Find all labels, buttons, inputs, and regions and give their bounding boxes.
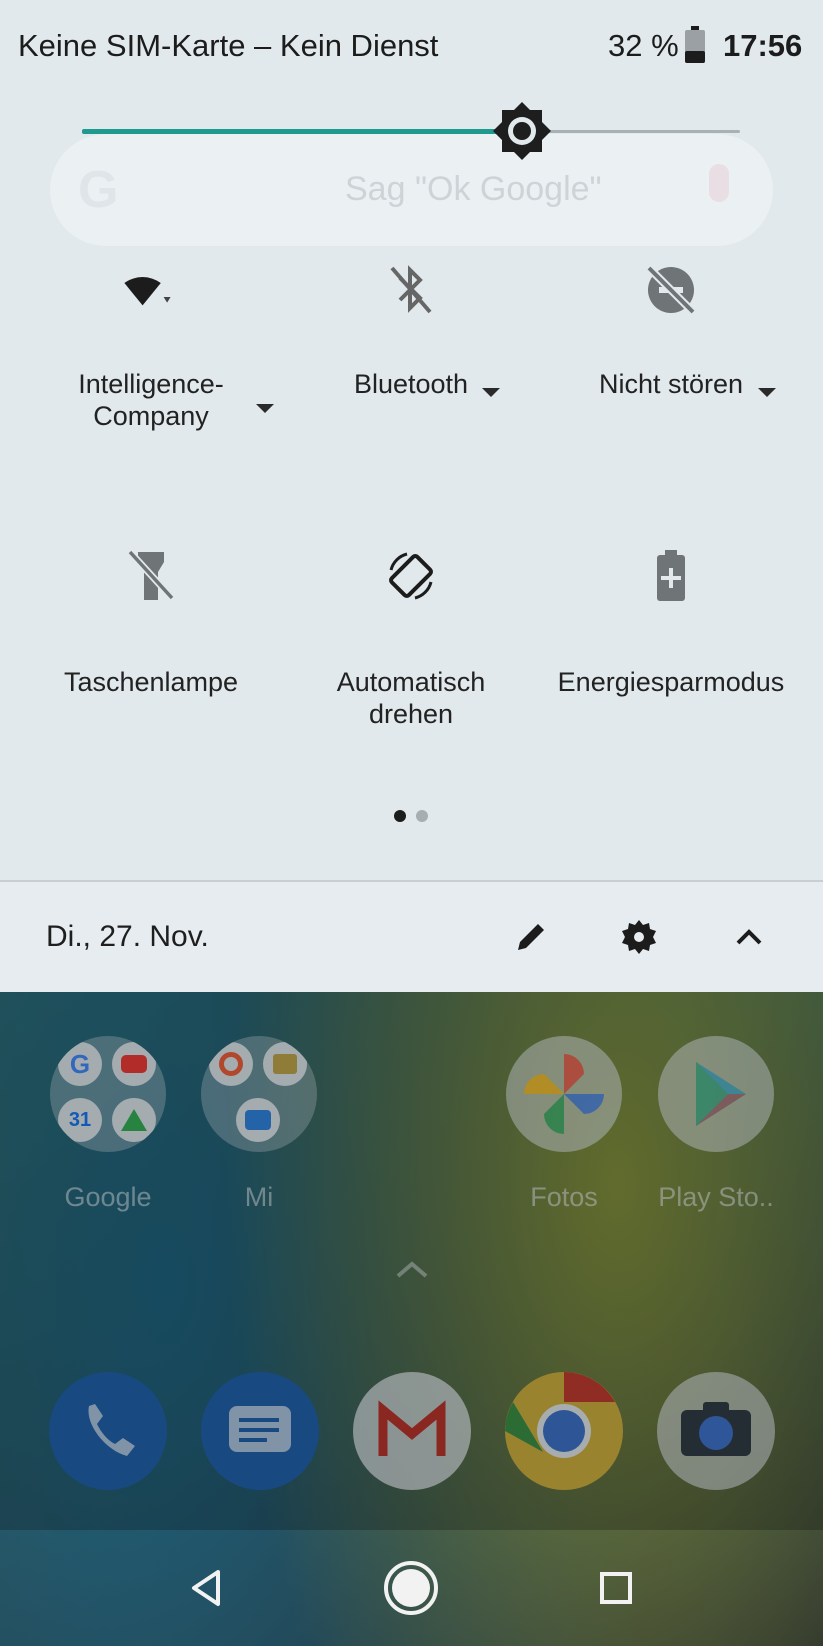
- back-icon[interactable]: [168, 1550, 244, 1626]
- battery-saver-icon: [643, 548, 699, 604]
- page-dot-active[interactable]: [394, 810, 406, 822]
- tile-label: Energiesparmodus: [557, 667, 785, 697]
- quick-settings-panel: Keine SIM-Karte – Kein Dienst 32 % 17:56…: [0, 0, 823, 992]
- footer-row: Di., 27. Nov.: [0, 882, 823, 992]
- auto-rotate-icon: [383, 548, 439, 604]
- date-text: Di., 27. Nov.: [46, 920, 209, 953]
- status-bar: Keine SIM-Karte – Kein Dienst 32 % 17:56: [0, 0, 823, 92]
- settings-icon[interactable]: [614, 912, 664, 962]
- brightness-track-empty[interactable]: [522, 130, 740, 133]
- chevron-down-icon[interactable]: [256, 404, 274, 413]
- tile-auto-rotate[interactable]: Automatisch drehen: [286, 548, 536, 730]
- tile-wifi[interactable]: Intelligence- Company: [26, 262, 276, 432]
- home-icon[interactable]: [373, 1550, 449, 1626]
- tile-flashlight[interactable]: Taschenlampe: [26, 548, 276, 698]
- tile-battery-saver[interactable]: Energiesparmodus: [546, 548, 796, 698]
- collapse-icon[interactable]: [724, 912, 774, 962]
- brightness-slider-thumb-icon[interactable]: [493, 102, 551, 160]
- page-indicator: [394, 810, 434, 822]
- home-dim-overlay: [0, 992, 823, 1530]
- mic-icon: [709, 164, 729, 202]
- tile-label: Taschenlampe: [63, 667, 239, 697]
- search-placeholder: Sag "Ok Google": [345, 170, 602, 208]
- bluetooth-disabled-icon: [383, 262, 439, 318]
- do-not-disturb-off-icon: [643, 262, 699, 318]
- tile-bluetooth[interactable]: Bluetooth: [286, 262, 536, 400]
- tile-label: Intelligence- Company: [78, 369, 224, 431]
- google-g-icon: G: [78, 161, 119, 219]
- page-dot[interactable]: [416, 810, 428, 822]
- tile-label: Automatisch drehen: [336, 667, 486, 729]
- navigation-bar: [0, 1530, 823, 1646]
- battery-percent: 32 %: [608, 28, 679, 63]
- flashlight-off-icon: [123, 548, 179, 604]
- clock: 17:56: [723, 28, 803, 63]
- carrier-text: Keine SIM-Karte – Kein Dienst: [18, 28, 439, 63]
- recents-icon[interactable]: [578, 1550, 654, 1626]
- brightness-track-filled[interactable]: [82, 129, 522, 134]
- wifi-icon: [123, 262, 179, 318]
- edit-icon[interactable]: [506, 912, 556, 962]
- tile-do-not-disturb[interactable]: Nicht stören: [546, 262, 796, 400]
- chevron-down-icon[interactable]: [758, 388, 776, 397]
- battery-icon: [685, 26, 705, 63]
- chevron-down-icon[interactable]: [482, 388, 500, 397]
